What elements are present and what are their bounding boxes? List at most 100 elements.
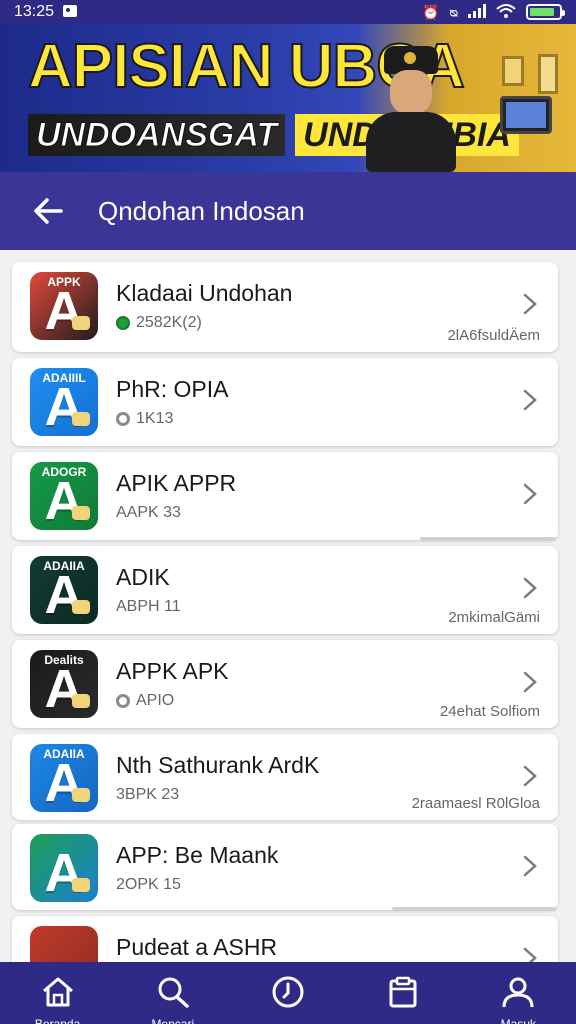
app-icon-badge [72,412,90,426]
app-icon[interactable]: Dealits A [30,650,98,718]
status-circle-icon [116,694,130,708]
nav-item-home[interactable]: Beranda [18,976,98,1024]
chevron-right-icon[interactable] [520,854,540,878]
app-list-item[interactable]: Dealits A APPK APK APIO 24ehat Solfiom [12,640,558,728]
app-list: APPK A Kladaai Undohan 2582K(2) 2lA6fsuldÄem… [0,250,576,962]
app-subtitle: ABPH 11 [116,598,181,616]
banner-person-illustration [366,46,456,172]
app-header: Qndohan Indosan [0,172,576,250]
app-icon[interactable]: ADAIIA A [30,556,98,624]
app-icon[interactable]: APPK A [30,272,98,340]
chevron-right-icon[interactable] [520,292,540,316]
app-list-item[interactable]: ADAIIA A Nth Sathurank ArdK 3BPK 23 2raamaes… [12,734,558,820]
app-meta: 2mkimalGämi [448,609,540,626]
app-icon[interactable]: ADOGR A [30,462,98,530]
app-title: Kladaai Undohan [116,280,293,306]
chevron-right-icon[interactable] [520,946,540,962]
app-title: APPK APK [116,658,229,684]
home-icon [41,976,75,1013]
app-list-item[interactable]: ADAIIA A ADIK ABPH 11 2mkimalGämi [12,546,558,634]
page-title: Qndohan Indosan [98,195,305,226]
app-subtitle: 2582K(2) [116,314,202,332]
app-icon-badge [72,316,90,330]
app-title: APIK APPR [116,470,237,496]
app-icon-letter: A [44,659,84,718]
app-icon-badge [72,788,90,802]
app-icon[interactable]: A [30,834,98,902]
app-icon-badge [72,600,90,614]
app-meta: 2lA6fsuldÄem [447,327,540,344]
app-icon-letter: A [44,843,84,902]
app-subtitle-text: AAPK 33 [116,504,181,521]
back-arrow-icon[interactable] [24,187,72,235]
app-subtitle: AAPK 33 [116,504,181,522]
app-subtitle-text: 3BPK 23 [116,786,180,803]
app-list-item[interactable]: ADAIIIL A PhR: OPIA 1K13 [12,358,558,446]
wifi-icon [496,3,516,22]
bottom-navigation: Beranda Mencari Masuk [0,962,576,1024]
wall-frame-illustration [538,54,558,94]
nav-item-clock[interactable] [248,976,328,1013]
promo-banner[interactable]: APISIAN UBCA UNDOANSGAT UNDBONBIA [0,24,576,172]
app-subtitle-text: APIO [136,692,175,709]
app-list-item[interactable]: Pudeat a ASHR [12,916,558,962]
chevron-right-icon[interactable] [520,388,540,412]
user-icon [501,976,535,1013]
scroll-indicator [419,537,556,541]
app-icon-letter: A [44,471,84,530]
scroll-indicator [392,907,556,911]
laptop-illustration [500,96,552,134]
chevron-right-icon[interactable] [520,576,540,600]
nav-label: Mencari [151,1017,195,1024]
nav-item-search[interactable]: Mencari [133,976,213,1024]
chevron-right-icon[interactable] [520,482,540,506]
app-icon[interactable]: ADAIIIL A [30,368,98,436]
status-circle-icon [116,412,130,426]
app-list-item[interactable]: ADOGR A APIK APPR AAPK 33 [12,452,558,541]
app-title: Pudeat a ASHR [116,934,278,960]
status-bar: 13:25 ⏰ ᴓ [0,0,576,24]
search-icon [156,976,190,1013]
clipboard-icon [386,976,420,1013]
app-list-item[interactable]: A APP: Be Maank 2OPK 15 [12,824,558,911]
vibrate-icon: ᴓ [449,4,458,20]
nav-label: Masuk [500,1017,537,1024]
app-title: Nth Sathurank ArdK [116,752,320,778]
battery-icon [526,4,565,20]
wall-frame-illustration [502,56,524,86]
verified-icon [116,316,130,330]
nav-label: Beranda [34,1017,81,1024]
app-title: ADIK [116,564,170,590]
app-icon-letter: A [44,565,84,624]
signal-icon [468,3,486,21]
app-subtitle: APIO [116,692,174,710]
app-title: PhR: OPIA [116,376,229,402]
nav-item-user[interactable]: Masuk [478,976,558,1024]
app-subtitle-text: 1K13 [136,410,174,427]
app-icon-badge [72,878,90,892]
banner-subtitle-left: UNDOANSGAT [28,114,286,156]
app-meta: 24ehat Solfiom [439,703,540,720]
app-icon-letter: A [44,377,84,436]
app-subtitle-text: 2582K(2) [136,314,202,331]
chevron-right-icon[interactable] [520,670,540,694]
app-title: APP: Be Maank [116,842,279,868]
app-icon-badge [72,694,90,708]
app-list-item[interactable]: APPK A Kladaai Undohan 2582K(2) 2lA6fsuldÄem [12,262,558,352]
app-icon-letter: A [44,753,84,812]
app-icon-letter: A [44,281,84,340]
image-icon [62,4,78,21]
nav-item-clipboard[interactable] [363,976,443,1013]
app-subtitle: 1K13 [116,410,173,428]
app-subtitle-text: ABPH 11 [116,598,181,615]
app-subtitle-text: 2OPK 15 [116,876,181,893]
app-icon-badge [72,506,90,520]
status-right: ⏰ ᴓ [422,3,565,22]
app-meta: 2raamaesl R0lGloa [411,795,540,812]
status-left: 13:25 [14,3,78,21]
app-icon[interactable] [30,926,98,962]
chevron-right-icon[interactable] [520,764,540,788]
app-icon[interactable]: ADAIIA A [30,744,98,812]
app-subtitle: 3BPK 23 [116,786,179,804]
app-subtitle: 2OPK 15 [116,876,181,894]
